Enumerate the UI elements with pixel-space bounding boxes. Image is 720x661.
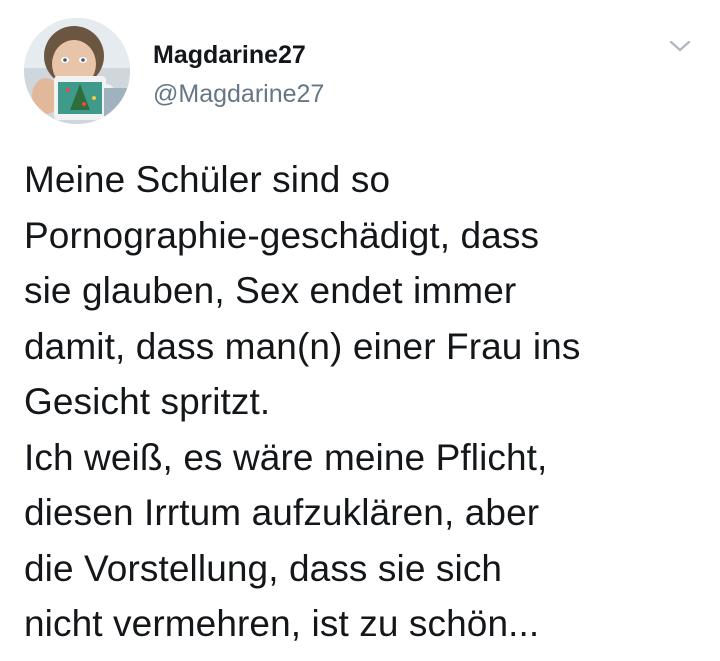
display-name[interactable]: Magdarine27: [153, 40, 324, 70]
tweet-text-line: die Vorstellung, dass sie sich: [24, 547, 503, 589]
chevron-down-icon[interactable]: [668, 38, 692, 54]
tweet-text-line: damit, dass man(n) einer Frau ins: [24, 325, 581, 367]
tweet-text-line: sie glauben, Sex endet immer: [24, 270, 517, 311]
tweet-text-line: Meine Schüler sind so: [24, 159, 391, 200]
tweet-text-line: Pornographie-geschädigt, dass: [24, 214, 540, 256]
tweet-text-line: Gesicht spritzt.: [24, 381, 271, 422]
tweet-card: Magdarine27 @Magdarine27 Meine Schüler s…: [0, 0, 720, 661]
tweet-text-line: Ich weiß, es wäre meine Pflicht,: [24, 436, 548, 478]
tweet-header: Magdarine27 @Magdarine27: [24, 18, 704, 128]
tweet-text-line: diesen Irrtum aufzuklären, aber: [24, 492, 540, 533]
tweet-text: Meine Schüler sind so Pornographie-gesch…: [24, 152, 700, 652]
profile-photo-icon: [24, 18, 130, 124]
avatar[interactable]: [24, 18, 130, 124]
user-handle[interactable]: @Magdarine27: [153, 78, 324, 110]
tweet-text-line: nicht vermehren, ist zu schön...: [24, 603, 540, 644]
author-names: Magdarine27 @Magdarine27: [153, 40, 324, 110]
